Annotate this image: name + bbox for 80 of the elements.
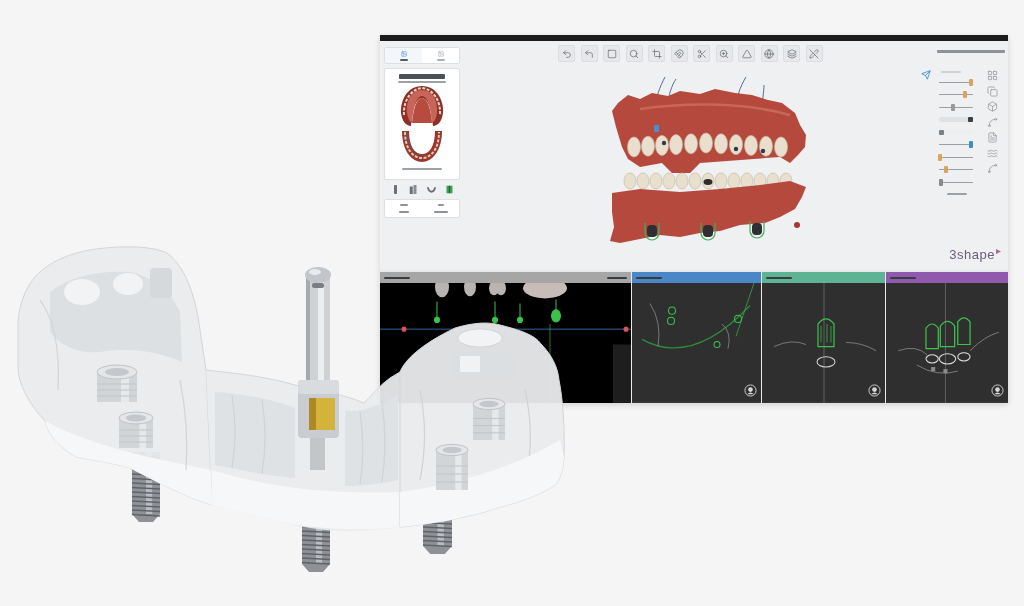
view-tab[interactable] [385, 48, 422, 63]
blurred-label [890, 276, 916, 279]
blurred-label [399, 204, 408, 207]
scissors-icon [696, 48, 707, 59]
toolbar-button[interactable] [603, 45, 621, 62]
blurred-label [398, 210, 409, 213]
toolbar-button[interactable] [693, 45, 711, 62]
blurred-label [399, 74, 445, 79]
bridge-icon[interactable] [426, 184, 436, 195]
toolbar-button[interactable] [783, 45, 801, 62]
slider-thumb[interactable] [943, 166, 948, 174]
grid-icon[interactable] [987, 70, 998, 81]
toolbar-button[interactable] [805, 45, 823, 62]
blurred-label [937, 50, 1005, 53]
toolbar-button[interactable] [738, 45, 756, 62]
blurred-label [433, 210, 448, 213]
sphere-icon [764, 48, 775, 59]
triangle-mark-icon [996, 249, 1001, 255]
slider-track[interactable] [939, 153, 973, 161]
toolbar-button[interactable] [648, 45, 666, 62]
guide-icon[interactable] [444, 184, 454, 195]
slider-thumb[interactable] [969, 78, 974, 86]
blurred-label [607, 276, 627, 279]
undo-icon [561, 48, 572, 59]
magnet-icon [674, 48, 685, 59]
spline-icon[interactable] [987, 116, 998, 128]
slider-track[interactable] [939, 78, 973, 86]
slider-track[interactable] [939, 178, 973, 186]
square-icon [606, 48, 617, 59]
slider-track[interactable] [939, 141, 973, 149]
viewport-header[interactable] [762, 272, 885, 284]
blurred-label [436, 58, 445, 61]
toolbar-button[interactable] [760, 45, 778, 62]
blurred-label [947, 192, 967, 195]
blurred-label [399, 58, 408, 61]
orientation-icon[interactable] [744, 384, 757, 397]
toolbar-button[interactable] [670, 45, 688, 62]
blurred-label [766, 276, 792, 279]
crop-icon [651, 48, 662, 59]
pen-off-icon [809, 48, 820, 59]
image-icon [437, 50, 444, 57]
orientation-icon[interactable] [868, 384, 881, 397]
slider-thumb[interactable] [962, 91, 967, 99]
copy-icon[interactable] [987, 85, 998, 97]
slider-track[interactable] [939, 103, 973, 111]
slider-track[interactable] [939, 166, 973, 174]
toolbar-button[interactable] [625, 45, 643, 62]
implant-sleeve [118, 411, 154, 448]
wave-icon[interactable] [987, 147, 998, 159]
blurred-label [636, 276, 662, 279]
brand-logo: 3shape [949, 247, 995, 263]
lower-jaw-drawing [399, 129, 445, 163]
abutment-icon[interactable] [408, 184, 418, 195]
slider-thumb[interactable] [937, 153, 942, 161]
implant-sleeve [472, 397, 506, 440]
box-icon[interactable] [987, 101, 998, 112]
cone-icon [741, 48, 752, 59]
implant-sleeve [435, 443, 469, 490]
curve-arrow-icon [584, 48, 595, 59]
toolbar-button[interactable] [558, 45, 576, 62]
slider-track[interactable] [939, 91, 973, 99]
slider-thumb[interactable] [938, 178, 943, 186]
blurred-label [437, 204, 444, 207]
send-icon[interactable] [921, 70, 931, 80]
slider-thumb[interactable] [950, 103, 955, 111]
image-icon [400, 50, 407, 57]
implant-sleeve [96, 364, 138, 402]
toolbar-button[interactable] [580, 45, 598, 62]
search-icon [629, 48, 640, 59]
upper-jaw-drawing [399, 85, 445, 127]
document-icon[interactable] [987, 132, 998, 143]
orientation-icon[interactable] [991, 384, 1004, 397]
layers-icon [786, 48, 797, 59]
toggle-switch[interactable] [939, 117, 973, 123]
toolbar-button[interactable] [715, 45, 733, 62]
slider-thumb[interactable] [969, 141, 974, 149]
blurred-label [384, 276, 410, 279]
spline-icon[interactable] [987, 163, 998, 174]
zoom-icon [719, 48, 730, 59]
viewport-header[interactable] [380, 272, 631, 284]
